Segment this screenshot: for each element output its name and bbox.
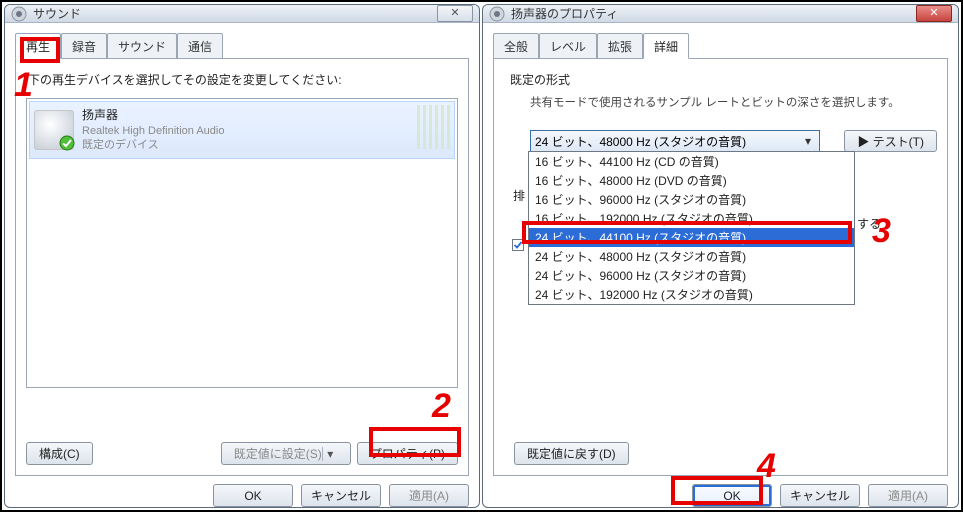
format-option[interactable]: 24 ビット、192000 Hz (スタジオの音質) [529, 285, 854, 304]
tab-advanced[interactable]: 詳細 [643, 33, 689, 59]
chevron-down-icon: ▾ [801, 134, 815, 148]
format-option[interactable]: 16 ビット、48000 Hz (DVD の音質) [529, 171, 854, 190]
format-option[interactable]: 24 ビット、96000 Hz (スタジオの音質) [529, 266, 854, 285]
speaker-properties-dialog: 扬声器のプロパティ ✕ 全般 レベル 拡張 詳細 既定の形式 共有モードで使用さ… [482, 4, 959, 508]
chevron-down-icon: ▾ [322, 447, 338, 461]
speaker-app-icon [489, 6, 505, 22]
client-area: 再生 録音 サウンド 通信 下の再生デバイスを選択してその設定を変更してください… [5, 23, 479, 476]
tab-row: 全般 レベル 拡張 詳細 [493, 33, 948, 59]
device-subname: Realtek High Definition Audio [82, 124, 224, 138]
format-combo[interactable]: 24 ビット、48000 Hz (スタジオの音質) ▾ [530, 130, 820, 152]
titlebar: 扬声器のプロパティ ✕ [483, 5, 958, 23]
device-row-speakers[interactable]: 扬声器 Realtek High Definition Audio 既定のデバイ… [29, 101, 455, 159]
close-button[interactable]: ✕ [916, 5, 952, 22]
set-default-button[interactable]: 既定値に設定(S) ▾ [221, 442, 351, 465]
dialog-footer: OK キャンセル 適用(A) [5, 476, 479, 508]
cancel-button[interactable]: キャンセル [780, 484, 860, 507]
cancel-button[interactable]: キャンセル [301, 484, 381, 507]
client-area: 全般 レベル 拡張 詳細 既定の形式 共有モードで使用されるサンプル レートとビ… [483, 23, 958, 476]
tab-row: 再生 録音 サウンド 通信 [15, 33, 469, 59]
device-default-label: 既定のデバイス [82, 138, 224, 152]
format-combo-value: 24 ビット、48000 Hz (スタジオの音質) [535, 133, 801, 150]
apply-button[interactable]: 適用(A) [389, 484, 469, 507]
checkbox-icon[interactable] [512, 239, 524, 251]
test-button[interactable]: ▶ テスト(T) [844, 130, 937, 152]
format-combo-list[interactable]: 16 ビット、44100 Hz (CD の音質) 16 ビット、48000 Hz… [528, 151, 855, 305]
device-name: 扬声器 [82, 108, 224, 124]
device-speaker-icon [34, 110, 74, 150]
format-option-selected[interactable]: 24 ビット、44100 Hz (スタジオの音質) [529, 228, 854, 247]
set-default-label: 既定値に設定(S) [234, 445, 322, 462]
ok-button[interactable]: OK [692, 484, 772, 507]
close-button[interactable]: ✕ [437, 5, 473, 22]
tab-body: 下の再生デバイスを選択してその設定を変更してください: 扬声器 Realtek … [15, 58, 469, 476]
tab-general[interactable]: 全般 [493, 33, 539, 59]
tab-playback[interactable]: 再生 [15, 33, 61, 59]
format-option[interactable]: 16 ビット、192000 Hz (スタジオの音質) [529, 209, 854, 228]
tab-sounds[interactable]: サウンド [107, 33, 177, 59]
format-option[interactable]: 16 ビット、44100 Hz (CD の音質) [529, 152, 854, 171]
tab-recording[interactable]: 録音 [61, 33, 107, 59]
format-option[interactable]: 16 ビット、96000 Hz (スタジオの音質) [529, 190, 854, 209]
ok-button[interactable]: OK [213, 484, 293, 507]
exclusive-label-left: 排 [513, 187, 525, 204]
titlebar: サウンド ✕ [5, 5, 479, 23]
restore-defaults-button[interactable]: 既定値に戻す(D) [514, 442, 629, 465]
format-option[interactable]: 24 ビット、48000 Hz (スタジオの音質) [529, 247, 854, 266]
tab-communications[interactable]: 通信 [177, 33, 223, 59]
apply-button[interactable]: 適用(A) [868, 484, 948, 507]
exclusive-label-right: する [857, 215, 881, 232]
device-list[interactable]: 扬声器 Realtek High Definition Audio 既定のデバイ… [26, 98, 458, 388]
window-title: サウンド [33, 5, 81, 22]
level-meter [417, 105, 451, 149]
sound-dialog: サウンド ✕ 再生 録音 サウンド 通信 下の再生デバイスを選択してその設定を変… [4, 4, 480, 508]
device-text: 扬声器 Realtek High Definition Audio 既定のデバイ… [82, 108, 224, 152]
default-format-title: 既定の形式 [510, 71, 937, 88]
speaker-app-icon [11, 6, 27, 22]
instruction-text: 下の再生デバイスを選択してその設定を変更してください: [28, 71, 458, 88]
combo-list-wrap: 排 する 16 ビット、44100 Hz (CD の音質) 16 ビット、480… [528, 151, 937, 305]
tab-enhancements[interactable]: 拡張 [597, 33, 643, 59]
format-row: 24 ビット、48000 Hz (スタジオの音質) ▾ ▶ テスト(T) [504, 130, 937, 152]
tab-body: 既定の形式 共有モードで使用されるサンプル レートとビットの深さを選択します。 … [493, 58, 948, 476]
tab-levels[interactable]: レベル [539, 33, 597, 59]
tab-button-row: 構成(C) 既定値に設定(S) ▾ プロパティ(P) [26, 442, 458, 465]
configure-button[interactable]: 構成(C) [26, 442, 93, 465]
window-title: 扬声器のプロパティ [511, 5, 618, 22]
dialog-footer: OK キャンセル 適用(A) [483, 476, 958, 508]
properties-button[interactable]: プロパティ(P) [357, 442, 458, 465]
default-format-sub: 共有モードで使用されるサンプル レートとビットの深さを選択します。 [530, 94, 937, 110]
